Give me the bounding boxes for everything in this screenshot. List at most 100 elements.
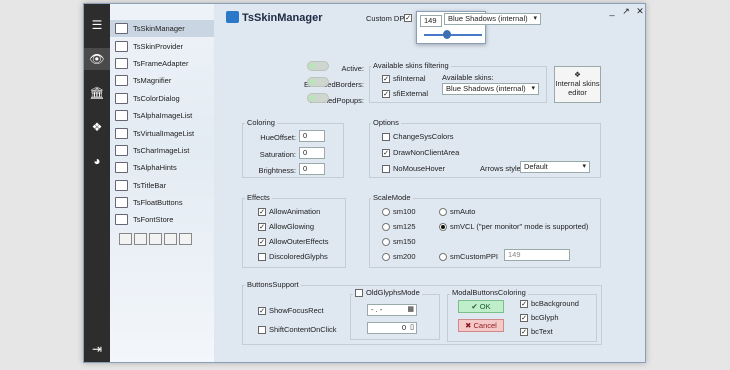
checkbox-box: [382, 132, 390, 141]
allow-outer-effects-label: AllowOuterEffects: [269, 237, 329, 246]
toolbar-button[interactable]: [134, 233, 147, 245]
saturation-input[interactable]: 0: [299, 147, 325, 159]
sfi-external-checkbox[interactable]: ✓ sfiExternal: [382, 89, 428, 98]
component-icon: [115, 128, 128, 139]
cancel-button[interactable]: ✖ Cancel: [458, 319, 504, 332]
old-glyphs-checkbox[interactable]: OldGlyphsMode: [353, 288, 422, 297]
sidebar-item[interactable]: TsVirtualImageList: [110, 125, 214, 142]
brightness-input[interactable]: 0: [299, 163, 325, 175]
check-icon: ✓: [520, 313, 528, 322]
sfi-internal-checkbox[interactable]: ✓ sfiInternal: [382, 74, 426, 83]
sm100-radio[interactable]: sm100: [382, 207, 416, 216]
skinned-popups-toggle[interactable]: [307, 93, 329, 103]
custom-ppi-input[interactable]: 149: [504, 249, 570, 261]
sidebar-item[interactable]: TsFrameAdapter: [110, 55, 214, 72]
eye-slash-icon[interactable]: 👁: [84, 48, 110, 70]
minimize-icon[interactable]: _: [606, 6, 618, 16]
sidebar-item[interactable]: TsColorDialog: [110, 90, 214, 107]
close-icon[interactable]: ✕: [634, 6, 646, 16]
available-skins-select[interactable]: Blue Shadows (internal) ▾: [442, 83, 539, 95]
component-icon: [115, 75, 128, 86]
toggle-knob: [309, 63, 316, 69]
sidebar-item[interactable]: TsSkinProvider: [110, 38, 214, 55]
bank-icon[interactable]: 🏛: [84, 82, 110, 104]
no-mouse-hover-checkbox[interactable]: NoMouseHover: [382, 164, 445, 173]
maximize-icon[interactable]: ↗: [620, 6, 632, 16]
hue-offset-input[interactable]: 0: [299, 130, 325, 142]
sidebar-item-label: TsMagnifier: [133, 76, 172, 85]
dpi-slider-thumb[interactable]: [443, 30, 451, 39]
show-focus-rect-checkbox[interactable]: ✓ ShowFocusRect: [258, 306, 324, 315]
dpi-slider-track[interactable]: [424, 34, 482, 36]
filtering-title: Available skins filtering: [371, 61, 451, 70]
smcustomppi-radio[interactable]: smCustomPPI: [439, 252, 498, 261]
ok-button[interactable]: ✔ OK: [458, 300, 504, 313]
arrows-style-select[interactable]: Default ▾: [520, 161, 590, 173]
allow-glowing-checkbox[interactable]: ✓ AllowGlowing: [258, 222, 314, 231]
sidebar-item-label: TsSkinProvider: [133, 42, 184, 51]
sidebar-item[interactable]: TsSkinManager: [110, 20, 214, 37]
sm200-radio[interactable]: sm200: [382, 252, 416, 261]
logout-icon[interactable]: ⇥: [84, 338, 110, 360]
change-sys-colors-checkbox[interactable]: ChangeSysColors: [382, 132, 453, 141]
modal-coloring-title: ModalButtonsColoring: [450, 288, 528, 297]
saturation-label: Saturation:: [259, 150, 296, 159]
bc-text-checkbox[interactable]: ✓ bcText: [520, 327, 553, 336]
sidebar-item[interactable]: TsAlphaHints: [110, 159, 214, 176]
sidebar-item-label: TsFontStore: [133, 215, 174, 224]
smvcl-radio[interactable]: smVCL ("per monitor" mode is supported): [439, 222, 588, 231]
discolored-glyphs-checkbox[interactable]: DiscoloredGlyphs: [258, 252, 328, 261]
smauto-radio[interactable]: smAuto: [439, 207, 475, 216]
page-title: TsSkinManager: [242, 12, 323, 24]
checkbox-box: [258, 252, 266, 261]
sidebar-item[interactable]: TsFloatButtons: [110, 194, 214, 211]
sidebar-item[interactable]: TsMagnifier: [110, 72, 214, 89]
active-toggle[interactable]: [307, 61, 329, 71]
draw-non-client-area-checkbox[interactable]: ✓ DrawNonClientArea: [382, 148, 459, 157]
dashboard-icon[interactable]: ◕: [84, 150, 110, 172]
sm150-radio[interactable]: sm150: [382, 237, 416, 246]
toolbar-button[interactable]: [119, 233, 132, 245]
skin-select[interactable]: Blue Shadows (internal) ▾: [444, 13, 541, 25]
component-list: TsSkinManager TsSkinProvider TsFrameAdap…: [110, 4, 214, 362]
radio-circle: [382, 252, 390, 261]
component-icon: [115, 162, 128, 173]
internal-skins-editor-button[interactable]: ❖ Internal skins editor: [554, 66, 601, 103]
close-icon: ✖: [465, 321, 474, 330]
allow-glowing-label: AllowGlowing: [269, 222, 315, 231]
extended-borders-toggle[interactable]: [307, 77, 329, 87]
allow-animation-checkbox[interactable]: ✓ AllowAnimation: [258, 207, 320, 216]
shift-content-checkbox[interactable]: ShiftContentOnClick: [258, 325, 337, 334]
allow-outer-effects-checkbox[interactable]: ✓ AllowOuterEffects: [258, 237, 328, 246]
toolbar-button[interactable]: [164, 233, 177, 245]
ok-label: OK: [479, 302, 491, 311]
radio-circle: [382, 207, 390, 216]
bc-background-checkbox[interactable]: ✓ bcBackground: [520, 299, 579, 308]
toolbar-button[interactable]: [149, 233, 162, 245]
radio-circle: [382, 222, 390, 231]
allow-animation-label: AllowAnimation: [269, 207, 321, 216]
sm125-radio[interactable]: sm125: [382, 222, 416, 231]
available-skins-value: Blue Shadows (internal): [446, 84, 526, 93]
check-icon: ✓: [258, 222, 266, 231]
hue-offset-label: HueOffset:: [260, 133, 296, 142]
menu-icon[interactable]: ☰: [84, 14, 110, 36]
dpi-input[interactable]: 149: [420, 15, 442, 27]
toolbar-button[interactable]: [179, 233, 192, 245]
chevron-down-icon: ▾: [533, 15, 537, 22]
custom-dpi-label: Custom DPI:: [366, 14, 409, 23]
sidebar-item[interactable]: TsAlphaImageList: [110, 107, 214, 124]
dropbox-icon[interactable]: ❖: [84, 116, 110, 138]
date-picker[interactable]: - . - ▦: [367, 304, 417, 316]
skin-manager-logo-icon: [226, 11, 239, 23]
check-icon: ✓: [520, 299, 528, 308]
sidebar-item[interactable]: TsTitleBar: [110, 177, 214, 194]
smvcl-label: smVCL ("per monitor" mode is supported): [450, 222, 589, 231]
scalemode-title: ScaleMode: [371, 193, 413, 202]
glyph-spin-value: 0: [401, 323, 406, 332]
glyph-spin-edit[interactable]: 0 ▯: [367, 322, 417, 334]
bc-glyph-checkbox[interactable]: ✓ bcGlyph: [520, 313, 559, 322]
sidebar-item[interactable]: TsCharImageList: [110, 142, 214, 159]
sidebar-item[interactable]: TsFontStore: [110, 211, 214, 228]
custom-dpi-checkbox[interactable]: ✓: [404, 13, 412, 23]
